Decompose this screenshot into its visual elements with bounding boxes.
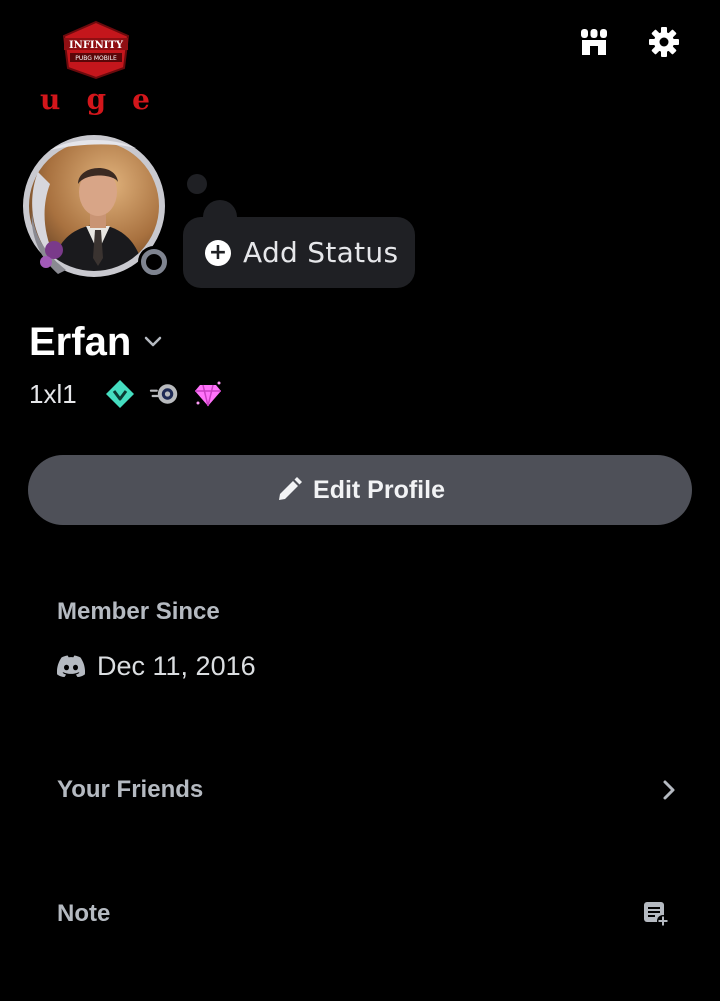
- plus-circle-icon: +: [205, 239, 231, 266]
- hypesquad-balance-badge-icon[interactable]: [105, 379, 135, 409]
- pencil-icon: [279, 477, 303, 500]
- server-booster-gem-badge-icon[interactable]: [193, 379, 223, 409]
- clan-letter: g: [86, 82, 107, 116]
- add-note-icon[interactable]: [643, 901, 669, 927]
- clan-logo: INFINITY PUBG MOBILE: [60, 20, 132, 80]
- shop-icon: [581, 29, 607, 55]
- clan-letter: u: [40, 82, 61, 116]
- clan-logo-bottom-text: PUBG MOBILE: [75, 55, 117, 62]
- chevron-down-icon: [145, 336, 162, 347]
- edit-profile-button[interactable]: Edit Profile: [28, 455, 692, 525]
- username: 1xl1: [29, 378, 77, 409]
- note-title: Note: [57, 900, 111, 927]
- add-status-label: Add Status: [243, 236, 399, 269]
- your-friends-title: Your Friends: [57, 776, 204, 803]
- settings-button[interactable]: [642, 20, 686, 64]
- member-since-row: Dec 11, 2016: [57, 646, 256, 686]
- display-name-switcher[interactable]: Erfan: [29, 314, 163, 370]
- your-friends-row[interactable]: Your Friends: [57, 766, 677, 814]
- edit-profile-label: Edit Profile: [313, 475, 445, 504]
- shop-button[interactable]: [572, 20, 616, 64]
- gear-icon: [649, 27, 679, 57]
- clan-letter: e: [132, 82, 150, 116]
- chevron-right-icon: [663, 780, 675, 800]
- display-name: Erfan: [29, 319, 132, 364]
- discord-logo-icon: [57, 655, 85, 677]
- clan-letters: u g e: [40, 82, 150, 116]
- member-since-date: Dec 11, 2016: [97, 650, 256, 681]
- presence-indicator: [138, 246, 170, 278]
- username-row: 1xl1: [29, 374, 223, 414]
- clan-logo-top-text: INFINITY: [69, 40, 124, 51]
- add-status-button[interactable]: + Add Status: [183, 217, 415, 288]
- nitro-boost-badge-icon[interactable]: [149, 379, 179, 409]
- member-since-title: Member Since: [57, 598, 220, 625]
- note-row: Note: [57, 890, 669, 938]
- status-bubble-small: [187, 174, 207, 194]
